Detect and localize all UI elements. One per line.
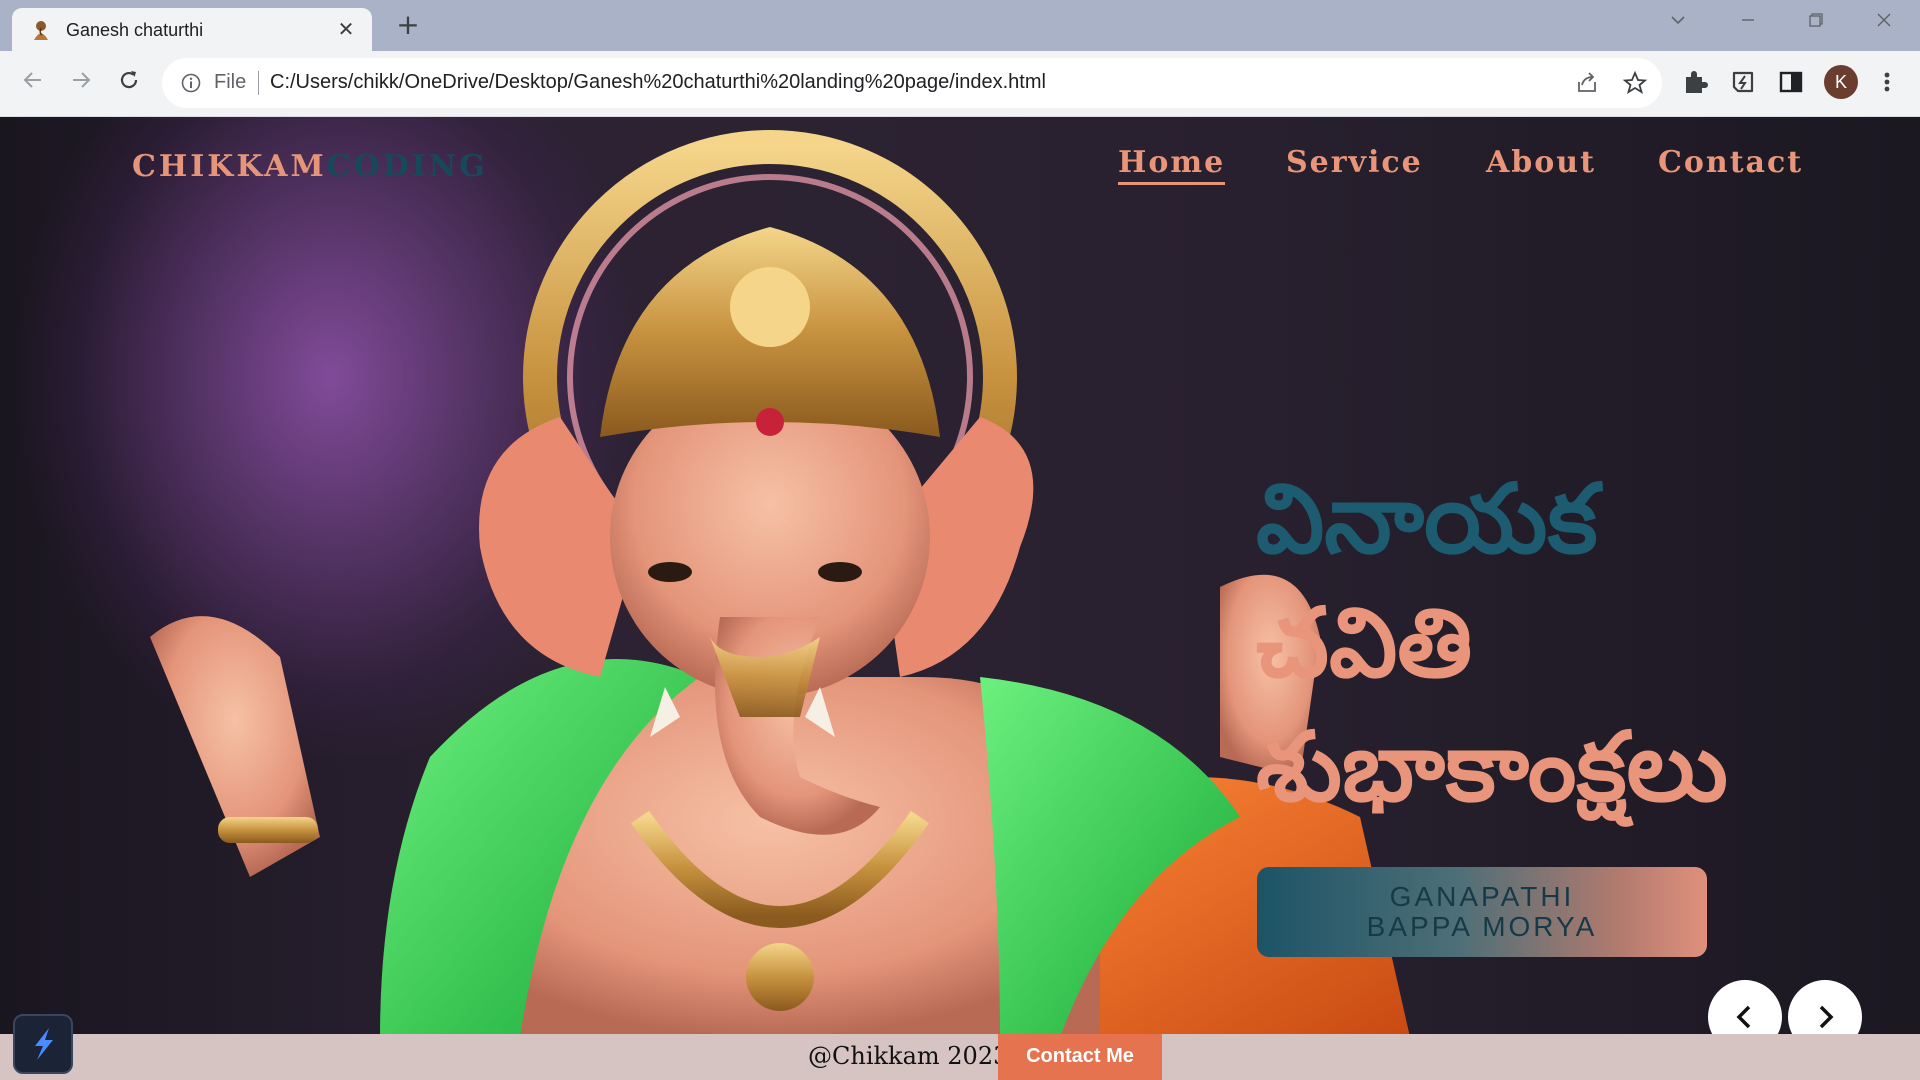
forward-icon[interactable] xyxy=(64,67,98,101)
ganapathi-bappa-morya-button[interactable]: GANAPATHI BAPPA MORYA xyxy=(1257,867,1707,957)
nav-about[interactable]: About xyxy=(1486,145,1596,180)
side-panel-icon[interactable] xyxy=(1776,67,1806,97)
address-bar[interactable]: File C:/Users/chikk/OneDrive/Desktop/Gan… xyxy=(162,58,1662,108)
hero-line-vinayaka: వినాయక xyxy=(1256,463,1598,575)
avatar[interactable]: K xyxy=(1824,65,1858,99)
share-icon[interactable] xyxy=(1574,70,1600,96)
site-logo[interactable]: CHIKKAMCODING xyxy=(132,149,488,184)
lightning-icon xyxy=(35,1028,53,1060)
address-separator xyxy=(258,71,259,95)
info-icon[interactable] xyxy=(180,72,202,94)
plus-icon[interactable]: + xyxy=(392,10,424,42)
back-icon[interactable] xyxy=(16,67,50,101)
minimize-icon[interactable] xyxy=(1724,8,1772,40)
landing-page: CHIKKAMCODING Home Service About Contact… xyxy=(0,117,1920,1080)
hero-line-chaviti: చవితి xyxy=(1256,587,1473,699)
address-url[interactable]: C:/Users/chikk/OneDrive/Desktop/Ganesh%2… xyxy=(270,71,1046,94)
logo-part-coding: CODING xyxy=(326,149,488,184)
performance-icon[interactable] xyxy=(1728,67,1758,97)
contact-me-button[interactable]: Contact Me xyxy=(998,1034,1162,1080)
logo-part-chikkam: CHIKKAM xyxy=(132,149,327,184)
close-icon[interactable]: ✕ xyxy=(334,17,358,41)
hero-line-subhakankshalu: శుభాకాంక్షలు xyxy=(1256,711,1728,823)
nav-service[interactable]: Service xyxy=(1286,145,1423,180)
restore-icon[interactable] xyxy=(1792,8,1840,40)
star-icon[interactable] xyxy=(1622,70,1648,96)
chevron-left-icon xyxy=(1736,1005,1751,1029)
hero-heading: వినాయక చవితి శుభాకాంక్షలు xyxy=(1256,457,1896,829)
cta-label: GANAPATHI BAPPA MORYA xyxy=(1366,881,1598,942)
window-close-icon[interactable] xyxy=(1860,8,1908,40)
browser-tab[interactable]: Ganesh chaturthi ✕ xyxy=(12,8,372,51)
reload-icon[interactable] xyxy=(112,67,146,101)
address-scheme: File xyxy=(214,71,247,93)
site-footer: @Chikkam 2023 Contact Me xyxy=(0,1034,1920,1080)
footer-copyright: @Chikkam 2023 xyxy=(808,1042,1009,1070)
extension-badge[interactable] xyxy=(13,1014,73,1074)
tab-title: Ganesh chaturthi xyxy=(66,20,204,40)
nav-home[interactable]: Home xyxy=(1118,145,1226,185)
ganesha-favicon xyxy=(34,21,48,40)
extensions-icon[interactable] xyxy=(1680,67,1710,97)
browser-toolbar: File C:/Users/chikk/OneDrive/Desktop/Gan… xyxy=(0,51,1920,117)
menu-icon[interactable] xyxy=(1872,67,1902,97)
chevron-right-icon xyxy=(1819,1005,1834,1029)
nav-contact[interactable]: Contact xyxy=(1658,145,1803,180)
tab-search-chevron-icon[interactable] xyxy=(1654,8,1702,40)
tab-strip: Ganesh chaturthi ✕ + xyxy=(0,0,1920,51)
